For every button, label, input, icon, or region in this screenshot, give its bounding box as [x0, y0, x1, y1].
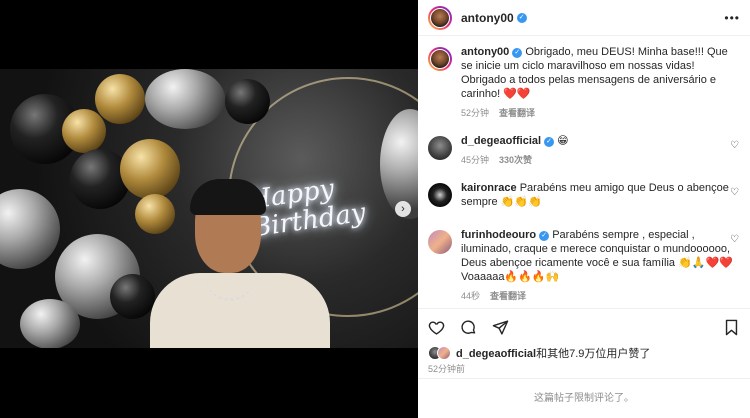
share-send-icon[interactable] — [492, 319, 509, 336]
comment-bubble-icon[interactable] — [460, 319, 477, 336]
comment-text: 😁 — [557, 135, 569, 147]
comments-restricted-note: 这篇帖子限制评论了。 — [418, 378, 750, 418]
comment-item: furinhodeouro ✓ Parabéns sempre , especia… — [418, 220, 750, 307]
balloon — [110, 274, 155, 319]
post-side-panel: antony00 ✓ ••• antony00 ✓ Obrigado, meu D… — [418, 0, 750, 418]
comment-time: 44秒 — [461, 291, 481, 301]
comment-username[interactable]: furinhodeouro — [461, 229, 536, 241]
verified-badge-icon: ✓ — [539, 231, 550, 241]
comment-item: kaironrace Parabéns meu amigo que Deus o… — [418, 173, 750, 220]
more-options-icon[interactable]: ••• — [724, 11, 740, 25]
comment-item: d_degeaofficial ✓ 😁 45分钟 330次赞 ♡ — [418, 126, 750, 173]
person-figure — [150, 179, 330, 348]
comment-like-heart-icon[interactable]: ♡ — [730, 141, 740, 151]
post-timestamp[interactable]: 52分钟前 — [428, 362, 465, 375]
likes-summary[interactable]: d_degeaofficial和其他7.9万位用户赞了 — [428, 345, 650, 361]
comment-like-heart-icon[interactable]: ♡ — [730, 235, 740, 245]
author-avatar[interactable] — [428, 47, 452, 71]
post-header: antony00 ✓ ••• — [418, 0, 750, 36]
verified-badge-icon: ✓ — [516, 12, 527, 23]
verified-badge-icon: ✓ — [512, 48, 523, 58]
balloon — [225, 79, 270, 124]
author-username[interactable]: antony00 — [461, 11, 514, 25]
caption-username[interactable]: antony00 — [461, 46, 509, 58]
like-heart-icon[interactable] — [428, 319, 445, 336]
balloon — [145, 69, 225, 129]
liker-avatar — [437, 346, 451, 360]
commenter-avatar[interactable] — [428, 136, 452, 160]
cap — [190, 179, 266, 215]
likes-rest-text[interactable]: 和其他7.9万位用户赞了 — [536, 348, 650, 360]
verified-badge-icon: ✓ — [544, 137, 555, 147]
balloon — [95, 74, 145, 124]
comment-like-count[interactable]: 330次赞 — [499, 153, 532, 167]
balloon — [0, 189, 60, 269]
carousel-next-button[interactable]: › — [395, 201, 411, 217]
post-photo[interactable]: Happy Birthday — [0, 69, 418, 348]
caption-translate-link[interactable]: 查看翻译 — [499, 106, 535, 120]
author-avatar[interactable] — [428, 5, 452, 30]
post-media: Happy Birthday › — [0, 0, 418, 418]
caption-item: antony00 ✓ Obrigado, meu DEUS! Minha base… — [418, 37, 750, 126]
action-bar — [418, 308, 750, 336]
comments-list[interactable]: antony00 ✓ Obrigado, meu DEUS! Minha base… — [418, 37, 750, 307]
caption-time: 52分钟 — [461, 108, 490, 118]
save-bookmark-icon[interactable] — [723, 319, 740, 336]
comment-like-heart-icon[interactable]: ♡ — [730, 188, 740, 198]
likes-first-user[interactable]: d_degeaofficial — [456, 348, 536, 360]
balloon — [20, 299, 80, 348]
comment-time: 45分钟 — [461, 155, 490, 165]
comment-username[interactable]: kaironrace — [461, 182, 517, 194]
commenter-avatar[interactable] — [428, 183, 452, 207]
comment-username[interactable]: d_degeaofficial — [461, 135, 541, 147]
balloon — [62, 109, 106, 153]
comment-translate-link[interactable]: 查看翻译 — [490, 289, 526, 303]
commenter-avatar[interactable] — [428, 230, 452, 254]
